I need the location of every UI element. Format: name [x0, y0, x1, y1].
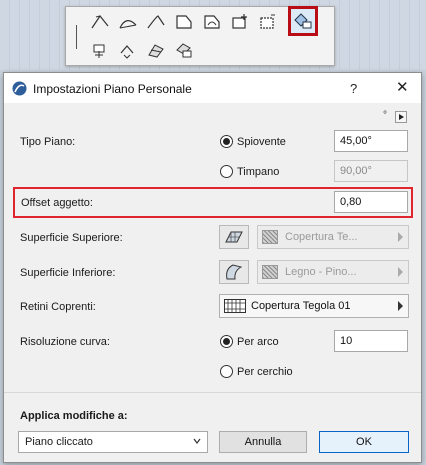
tile-pattern-icon [224, 299, 246, 313]
roof-tool-icon-3[interactable] [144, 11, 168, 33]
dialog-titlebar: Impostazioni Piano Personale ? ✕ [4, 73, 421, 103]
roof-settings-icon[interactable] [288, 6, 318, 36]
per-arco-label: Per arco [237, 336, 279, 348]
roof-tool-icon-7[interactable] [256, 11, 280, 33]
roof-settings-dialog: Impostazioni Piano Personale ? ✕ ° Tipo … [3, 72, 422, 463]
resolution-input[interactable]: 10 [334, 330, 408, 352]
spiovente-radio[interactable] [220, 135, 233, 148]
roof-tool-icon-2[interactable] [116, 11, 140, 33]
chevron-down-icon [193, 438, 201, 444]
risoluzione-curva-label: Risoluzione curva: [20, 336, 110, 348]
dialog-title: Impostazioni Piano Personale [33, 82, 192, 96]
archicad-app-icon [12, 81, 27, 96]
page-marker: ° [383, 110, 387, 121]
bottom-surface-material-popup[interactable]: Legno - Pino... [257, 260, 409, 284]
timpano-label: Timpano [237, 166, 280, 178]
bottom-surface-icon[interactable] [219, 260, 249, 284]
roof-tool-icon-4[interactable] [172, 11, 196, 33]
timpano-radio[interactable] [220, 165, 233, 178]
timpano-angle-input: 90,00° [334, 160, 408, 182]
per-cerchio-label: Per cerchio [237, 366, 293, 378]
roof-edit-icon-4[interactable] [172, 39, 196, 61]
tipo-piano-label: Tipo Piano: [20, 136, 76, 148]
top-surface-material-popup[interactable]: Copertura Te... [257, 225, 409, 249]
apply-to-select[interactable]: Piano cliccato [18, 431, 208, 453]
close-button[interactable]: ✕ [396, 78, 409, 96]
cancel-button[interactable]: Annulla [219, 431, 307, 453]
spiovente-angle-input[interactable]: 45,00° [334, 130, 408, 152]
ok-button[interactable]: OK [319, 431, 409, 453]
superficie-inferiore-label: Superficie Inferiore: [20, 267, 116, 279]
roof-tool-icon-6[interactable] [228, 11, 252, 33]
offset-label: Offset aggetto: [21, 197, 93, 209]
per-cerchio-radio[interactable] [220, 365, 233, 378]
material-swatch [262, 230, 278, 244]
roof-edit-icon-1[interactable] [88, 39, 112, 61]
cover-fill-name: Copertura Tegola 01 [251, 300, 351, 312]
roof-tool-icon-5[interactable] [200, 11, 224, 33]
roof-tool-icon-1[interactable] [88, 11, 112, 33]
per-arco-radio[interactable] [220, 335, 233, 348]
bottom-surface-material-name: Legno - Pino... [285, 266, 357, 278]
top-surface-icon[interactable] [219, 225, 249, 249]
palette-grip[interactable] [76, 25, 77, 49]
roof-edit-icon-2[interactable] [116, 39, 140, 61]
roof-edit-icon-3[interactable] [144, 39, 168, 61]
popup-arrow-icon [398, 301, 403, 311]
superficie-superiore-label: Superficie Superiore: [20, 232, 123, 244]
spiovente-label: Spiovente [237, 136, 286, 148]
popup-arrow-icon [398, 232, 403, 242]
help-button[interactable]: ? [350, 81, 357, 96]
apply-changes-label: Applica modifiche a: [20, 410, 128, 422]
material-swatch [262, 265, 278, 279]
retini-coprenti-label: Retini Coprenti: [20, 301, 96, 313]
offset-input[interactable]: 0,80 [334, 191, 408, 213]
footer-separator [4, 392, 421, 393]
roof-tool-palette [65, 6, 335, 66]
page-next-arrow[interactable] [395, 111, 407, 123]
cover-fill-popup[interactable]: Copertura Tegola 01 [219, 294, 409, 318]
popup-arrow-icon [398, 267, 403, 277]
top-surface-material-name: Copertura Te... [285, 231, 358, 243]
apply-to-value: Piano cliccato [25, 436, 93, 448]
